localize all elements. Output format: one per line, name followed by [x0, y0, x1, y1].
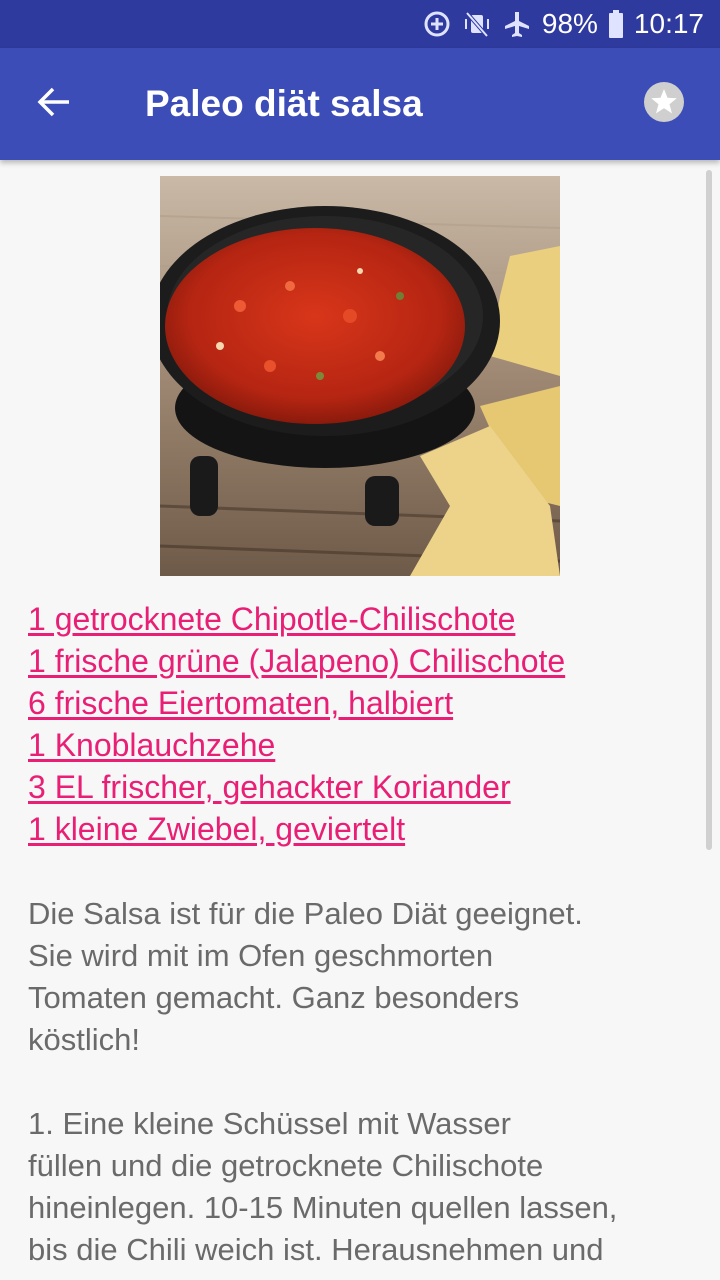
- star-icon: [643, 81, 685, 128]
- ingredient-item[interactable]: 6 frische Eiertomaten, halbiert: [28, 682, 708, 724]
- page-title: Paleo diät salsa: [145, 83, 423, 124]
- vibrate-mute-icon: [462, 9, 492, 39]
- ingredient-link[interactable]: 6 frische Eiertomaten, halbiert: [28, 685, 453, 721]
- recipe-photo: [160, 176, 560, 576]
- ingredient-link[interactable]: 3 EL frischer, gehackter Koriander: [28, 769, 511, 805]
- battery-percent: 98%: [541, 8, 598, 39]
- ingredient-list: 1 getrocknete Chipotle-Chilischote 1 fri…: [28, 598, 708, 850]
- clock: 10:17: [633, 8, 704, 39]
- ingredient-item[interactable]: 1 getrocknete Chipotle-Chilischote: [28, 598, 708, 640]
- ingredient-item[interactable]: 3 EL frischer, gehackter Koriander: [28, 766, 708, 808]
- recipe-content[interactable]: 1 getrocknete Chipotle-Chilischote 1 fri…: [0, 160, 720, 1280]
- ingredient-link[interactable]: 1 frische grüne (Jalapeno) Chilischote: [28, 643, 565, 679]
- ingredient-link[interactable]: 1 getrocknete Chipotle-Chilischote: [28, 601, 515, 637]
- ingredient-link[interactable]: 1 kleine Zwiebel, geviertelt: [28, 811, 405, 847]
- back-button[interactable]: [24, 76, 84, 132]
- arrow-back-icon: [36, 84, 72, 125]
- ingredient-link[interactable]: 1 Knoblauchzehe: [28, 727, 275, 763]
- data-saver-icon: [422, 9, 452, 39]
- ingredient-item[interactable]: 1 kleine Zwiebel, geviertelt: [28, 808, 708, 850]
- favorite-button[interactable]: [640, 80, 688, 128]
- status-bar: 98% 10:17: [0, 0, 720, 48]
- battery-icon: [608, 10, 624, 38]
- recipe-description: Die Salsa ist für die Paleo Diät geeigne…: [28, 896, 583, 1057]
- ingredient-item[interactable]: 1 Knoblauchzehe: [28, 724, 708, 766]
- app-bar: Paleo diät salsa: [0, 48, 720, 160]
- recipe-step-1: 1. Eine kleine Schüssel mit Wasser fülle…: [28, 1106, 618, 1280]
- ingredient-item[interactable]: 1 frische grüne (Jalapeno) Chilischote: [28, 640, 708, 682]
- airplane-mode-icon: [502, 9, 532, 39]
- scrollbar[interactable]: [706, 170, 712, 850]
